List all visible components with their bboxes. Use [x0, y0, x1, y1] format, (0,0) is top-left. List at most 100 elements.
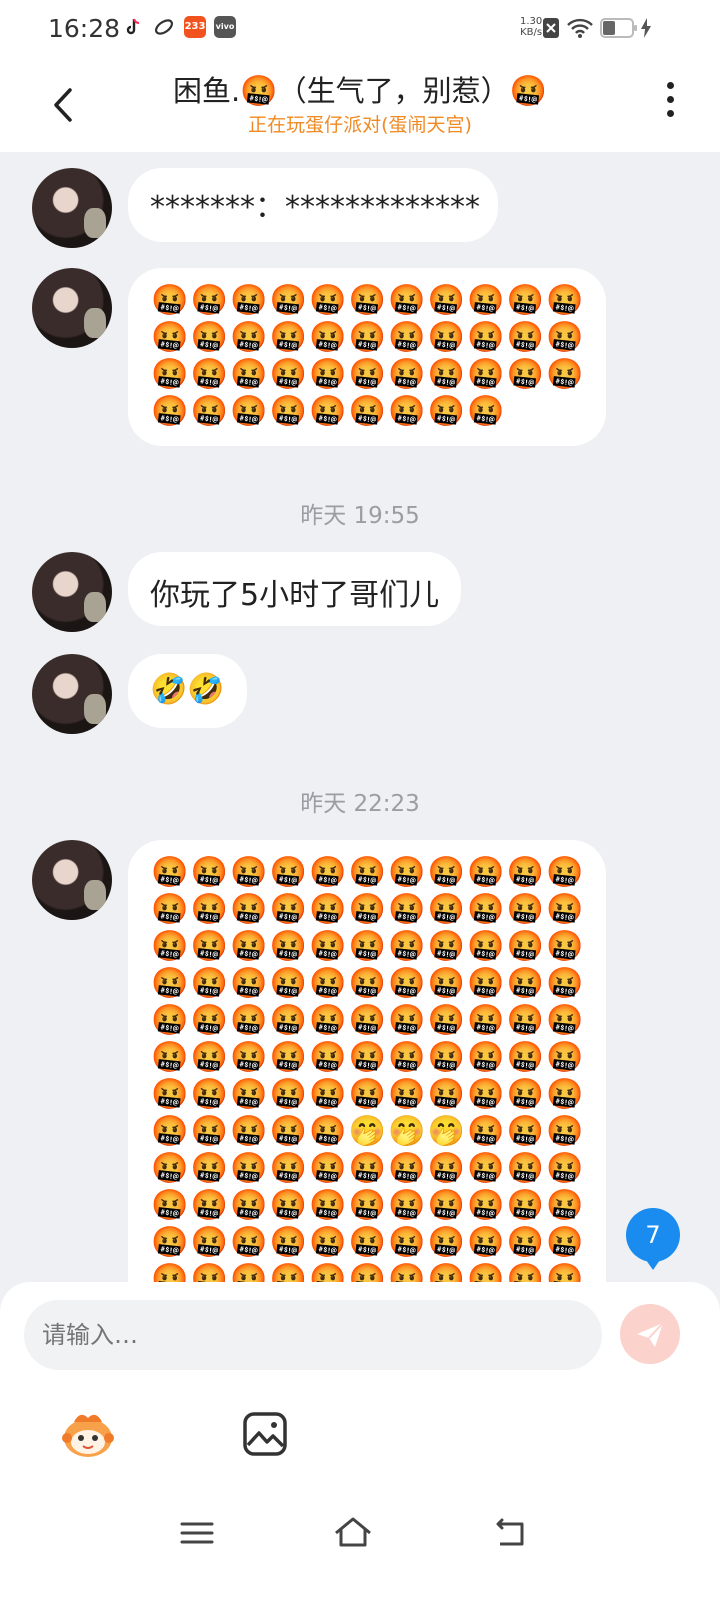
angry-emoji: 🤬	[546, 855, 584, 890]
angry-emoji: 🤬	[230, 1077, 268, 1112]
angry-emoji: 🤬	[388, 929, 426, 964]
status-bar: 16:28 233 vivo 1.30 KB/s	[0, 0, 720, 56]
angry-emoji: 🤬	[546, 929, 584, 964]
angry-emoji: 🤬	[467, 1077, 505, 1112]
tiktok-icon	[122, 16, 144, 38]
emoji-message-bubble[interactable]: 🤬🤬🤬🤬🤬🤬🤬🤬🤬🤬🤬 🤬🤬🤬🤬🤬🤬🤬🤬🤬🤬🤬 🤬🤬🤬🤬🤬🤬🤬🤬🤬🤬🤬 🤬🤬🤬🤬🤬🤬🤬…	[128, 840, 606, 1307]
emoji-message-bubble[interactable]: 🤬🤬🤬🤬🤬🤬🤬🤬🤬🤬🤬 🤬🤬🤬🤬🤬🤬🤬🤬🤬🤬🤬 🤬🤬🤬🤬🤬🤬🤬🤬🤬🤬🤬 🤬🤬🤬🤬🤬🤬🤬…	[128, 268, 606, 446]
angry-emoji: 🤬	[388, 357, 426, 392]
angry-emoji: 🤬	[230, 357, 268, 392]
message-input[interactable]	[24, 1300, 602, 1370]
hand-over-mouth-emoji: 🤭	[388, 1114, 426, 1149]
angry-emoji: 🤬	[506, 357, 544, 392]
angry-emoji: 🤬	[506, 1040, 544, 1075]
angry-emoji: 🤬	[151, 1040, 189, 1075]
angry-emoji: 🤬	[348, 283, 386, 318]
angry-emoji: 🤬	[230, 320, 268, 355]
back-nav-button[interactable]	[488, 1510, 534, 1556]
angry-emoji: 🤬	[151, 1151, 189, 1186]
angry-emoji: 🤬	[269, 1077, 307, 1112]
angry-emoji: 🤬	[309, 1003, 347, 1038]
message-bubble[interactable]: *******：*************	[128, 168, 498, 242]
angry-emoji: 🤬	[309, 929, 347, 964]
angry-emoji: 🤬	[546, 357, 584, 392]
network-speed: 1.30 KB/s	[520, 16, 543, 38]
angry-emoji: 🤬	[151, 966, 189, 1001]
angry-emoji: 🤬	[230, 929, 268, 964]
angry-emoji: 🤬	[309, 966, 347, 1001]
angry-emoji: 🤬	[506, 320, 544, 355]
angry-emoji: 🤬	[151, 283, 189, 318]
send-button[interactable]	[620, 1304, 680, 1364]
angry-emoji: 🤬	[309, 1151, 347, 1186]
angry-emoji: 🤬	[427, 1040, 465, 1075]
angry-emoji: 🤬	[309, 320, 347, 355]
mascot-emoji-button[interactable]	[58, 1404, 118, 1464]
angry-emoji: 🤬	[348, 1077, 386, 1112]
angry-emoji: 🤬	[546, 1003, 584, 1038]
angry-emoji: 🤬	[506, 855, 544, 890]
angry-emoji: 🤬	[348, 1225, 386, 1260]
angry-emoji: 🤬	[240, 74, 278, 109]
avatar[interactable]	[32, 552, 112, 632]
angry-emoji: 🤬	[269, 1225, 307, 1260]
angry-emoji: 🤬	[427, 855, 465, 890]
angry-emoji: 🤬	[427, 1225, 465, 1260]
angry-emoji: 🤬	[190, 1114, 228, 1149]
more-dot	[666, 96, 674, 103]
angry-emoji: 🤬	[546, 1188, 584, 1223]
angry-emoji: 🤬	[190, 283, 228, 318]
angry-emoji: 🤬	[309, 892, 347, 927]
angry-emoji: 🤬	[388, 892, 426, 927]
presence-status: 正在玩蛋仔派对(蛋闹天宫)	[248, 114, 472, 136]
angry-emoji: 🤬	[348, 357, 386, 392]
angry-emoji: 🤬	[190, 1188, 228, 1223]
angry-emoji: 🤬	[309, 1077, 347, 1112]
angry-emoji: 🤬	[151, 357, 189, 392]
angry-emoji: 🤬	[467, 892, 505, 927]
more-options-button[interactable]	[662, 82, 678, 126]
angry-emoji: 🤬	[506, 1225, 544, 1260]
angry-emoji: 🤬	[190, 1003, 228, 1038]
angry-emoji: 🤬	[309, 283, 347, 318]
home-button[interactable]	[330, 1510, 376, 1556]
unread-count-badge[interactable]: 7	[626, 1208, 680, 1270]
angry-emoji: 🤬	[427, 283, 465, 318]
angry-emoji: 🤬	[190, 966, 228, 1001]
angry-emoji: 🤬	[506, 283, 544, 318]
avatar[interactable]	[32, 654, 112, 734]
angry-emoji: 🤬	[546, 1114, 584, 1149]
angry-emoji: 🤬	[467, 1040, 505, 1075]
menu-icon	[180, 1522, 214, 1544]
angry-emoji: 🤬	[190, 855, 228, 890]
angry-emoji: 🤬	[230, 1151, 268, 1186]
avatar[interactable]	[32, 168, 112, 248]
message-list[interactable]: *******：************* 🤬🤬🤬🤬🤬🤬🤬🤬🤬🤬🤬 🤬🤬🤬🤬🤬🤬🤬…	[0, 152, 720, 1307]
link-icon	[153, 16, 175, 38]
message-bubble[interactable]: 你玩了5小时了哥们儿	[128, 552, 462, 626]
angry-emoji: 🤬	[388, 1188, 426, 1223]
angry-emoji: 🤬	[309, 1225, 347, 1260]
image-button[interactable]	[236, 1404, 296, 1464]
angry-emoji: 🤬	[427, 1188, 465, 1223]
angry-emoji: 🤬	[467, 855, 505, 890]
more-dot	[666, 110, 674, 117]
angry-emoji: 🤬	[348, 855, 386, 890]
angry-emoji: 🤬	[506, 1077, 544, 1112]
mascot-emoji-icon	[62, 1414, 114, 1457]
angry-emoji: 🤬	[269, 1114, 307, 1149]
angry-emoji: 🤬	[388, 320, 426, 355]
menu-button[interactable]	[174, 1510, 220, 1556]
angry-emoji: 🤬	[427, 929, 465, 964]
angry-emoji: 🤬	[190, 1151, 228, 1186]
angry-emoji: 🤬	[269, 966, 307, 1001]
message-bubble[interactable]: 🤣🤣	[128, 654, 247, 728]
charging-icon	[640, 18, 652, 42]
avatar[interactable]	[32, 268, 112, 348]
angry-emoji: 🤬	[467, 1003, 505, 1038]
angry-emoji: 🤬	[388, 855, 426, 890]
angry-emoji: 🤬	[190, 1040, 228, 1075]
avatar[interactable]	[32, 840, 112, 920]
angry-emoji: 🤬	[151, 1225, 189, 1260]
angry-emoji: 🤬	[388, 1225, 426, 1260]
